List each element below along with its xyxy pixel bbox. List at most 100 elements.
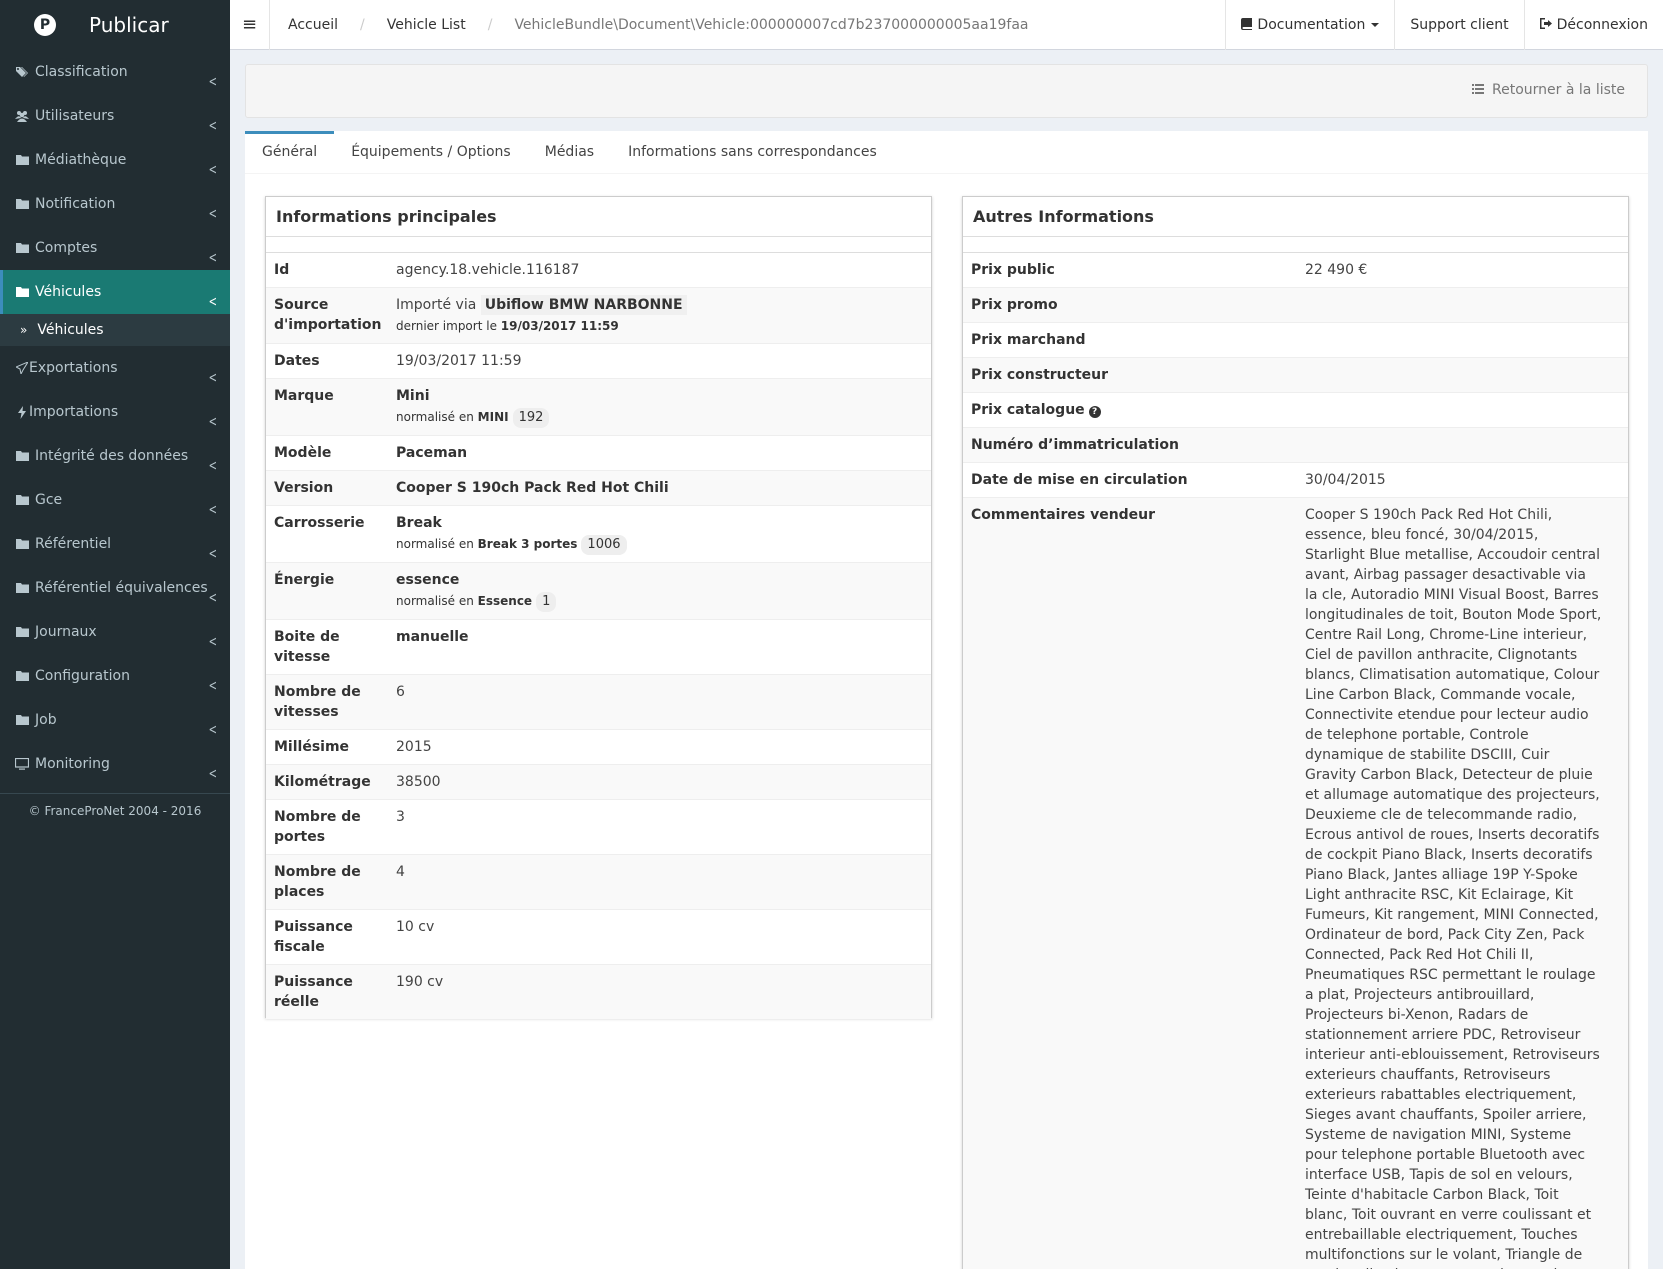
sidebar-item-classification[interactable]: Classification < bbox=[0, 50, 230, 94]
logout-link[interactable]: Déconnexion bbox=[1523, 0, 1663, 50]
breadcrumb-separator: / bbox=[487, 16, 493, 33]
chevron-left-icon: < bbox=[208, 766, 217, 783]
support-link[interactable]: Support client bbox=[1394, 0, 1523, 50]
tabs-box: Général Équipements / Options Médias Inf… bbox=[245, 131, 1648, 1269]
panel-title: Informations principales bbox=[266, 197, 931, 237]
chevron-left-icon: < bbox=[208, 370, 217, 387]
sidebar-item-label: Gce bbox=[35, 492, 63, 508]
sidebar-item-vehicules[interactable]: Véhicules < bbox=[0, 270, 230, 314]
folder-icon bbox=[15, 669, 29, 683]
marque-norm: MINI bbox=[477, 410, 509, 424]
field-value: essence normalisé en Essence 1 bbox=[396, 570, 557, 612]
sidebar-item-label: Utilisateurs bbox=[35, 108, 115, 124]
row-source: Source d'importation Importé via Ubiflow… bbox=[266, 288, 931, 344]
question-circle-icon[interactable]: ? bbox=[1088, 406, 1101, 418]
sidebar-item-label: Médiathèque bbox=[35, 152, 127, 168]
sidebar: P Publicar Classification < Utilisateurs… bbox=[0, 0, 230, 1269]
field-label: Prix marchand bbox=[971, 332, 1086, 348]
chevron-left-icon: < bbox=[208, 678, 217, 695]
field-value: Cooper S 190ch Pack Red Hot Chili bbox=[396, 478, 669, 498]
field-label: Nombre de vitesses bbox=[274, 684, 361, 720]
field-label-wrapper: Prix catalogue? bbox=[963, 400, 1305, 420]
folder-icon bbox=[15, 537, 29, 551]
field-label: Id bbox=[274, 262, 290, 278]
sidebar-item-label: Référentiel bbox=[35, 536, 112, 552]
row-marque: Marque Mini normalisé en MINI 192 bbox=[266, 379, 931, 436]
row-puissance-reelle: Puissance réelle 190 cv bbox=[266, 965, 931, 1019]
breadcrumb-vehicle-list[interactable]: Vehicle List bbox=[387, 17, 466, 33]
field-value: 38500 bbox=[396, 774, 441, 790]
folder-icon bbox=[15, 285, 29, 299]
row-date-circulation: Date de mise en circulation 30/04/2015 bbox=[963, 463, 1628, 498]
submenu-item-label: Véhicules bbox=[37, 322, 104, 338]
tab-equipements[interactable]: Équipements / Options bbox=[334, 131, 528, 173]
field-value: manuelle bbox=[396, 627, 469, 667]
chevron-left-icon: < bbox=[208, 206, 217, 223]
sidebar-item-referentiel[interactable]: Référentiel < bbox=[0, 522, 230, 566]
field-value: 19/03/2017 11:59 bbox=[396, 353, 522, 369]
field-label: Commentaires vendeur bbox=[971, 507, 1156, 523]
sidebar-item-monitoring[interactable]: Monitoring < bbox=[0, 742, 230, 786]
breadcrumb-separator: / bbox=[360, 16, 365, 33]
field-value bbox=[1363, 435, 1628, 455]
row-id: Id agency.18.vehicle.116187 bbox=[266, 253, 931, 288]
tab-informations-sans-correspondances[interactable]: Informations sans correspondances bbox=[611, 131, 894, 173]
sidebar-item-label: Classification bbox=[35, 64, 128, 80]
row-prix-catalogue: Prix catalogue? bbox=[963, 393, 1628, 428]
top-navbar: ≡ Accueil / Vehicle List / VehicleBundle… bbox=[230, 0, 1663, 50]
field-label: Source d'importation bbox=[274, 297, 382, 333]
brand[interactable]: P Publicar bbox=[0, 0, 230, 50]
field-value: 190 cv bbox=[396, 974, 444, 990]
norm-prefix: normalisé en bbox=[396, 594, 474, 608]
chevron-left-icon: < bbox=[208, 74, 217, 91]
row-commentaires: Commentaires vendeur Cooper S 190ch Pack… bbox=[963, 498, 1628, 1269]
source-name: Ubiflow BMW NARBONNE bbox=[480, 295, 687, 315]
sidebar-item-referentiel-equivalences[interactable]: Référentiel équivalences < bbox=[0, 566, 230, 610]
field-label: Prix promo bbox=[971, 297, 1058, 313]
back-to-list-button[interactable]: Retourner à la liste bbox=[1472, 82, 1625, 98]
sidebar-item-gce[interactable]: Gce < bbox=[0, 478, 230, 522]
sidebar-item-integrite[interactable]: Intégrité des données < bbox=[0, 434, 230, 478]
row-carrosserie: Carrosserie Break normalisé en Break 3 p… bbox=[266, 506, 931, 563]
sidebar-item-utilisateurs[interactable]: Utilisateurs < bbox=[0, 94, 230, 138]
field-label: Marque bbox=[274, 388, 334, 404]
sidebar-item-exportations[interactable]: Exportations < bbox=[0, 346, 230, 390]
field-label: Nombre de portes bbox=[274, 809, 361, 845]
sidebar-item-label: Comptes bbox=[35, 240, 98, 256]
field-value: Mini normalisé en MINI 192 bbox=[396, 386, 550, 428]
row-kilometrage: Kilométrage 38500 bbox=[266, 765, 931, 800]
tab-medias[interactable]: Médias bbox=[528, 131, 611, 173]
documentation-dropdown[interactable]: Documentation bbox=[1225, 0, 1394, 50]
row-energie: Énergie essence normalisé en Essence 1 bbox=[266, 563, 931, 620]
sidebar-item-notification[interactable]: Notification < bbox=[0, 182, 230, 226]
publicar-logo-icon: P bbox=[34, 14, 56, 36]
chevron-left-icon: < bbox=[208, 294, 217, 311]
sidebar-item-label: Intégrité des données bbox=[35, 448, 189, 464]
submenu-item-vehicules[interactable]: » Véhicules bbox=[0, 314, 230, 346]
field-value: Break normalisé en Break 3 portes 1006 bbox=[396, 513, 627, 555]
row-puissance-fiscale: Puissance fiscale 10 cv bbox=[266, 910, 931, 965]
sidebar-item-journaux[interactable]: Journaux < bbox=[0, 610, 230, 654]
navbar-right: Documentation Support client Déconnexion bbox=[1225, 0, 1663, 50]
tab-label: Général bbox=[262, 144, 318, 160]
source-sub-prefix: dernier import le bbox=[396, 319, 497, 333]
field-value: 6 bbox=[396, 684, 405, 700]
row-prix-marchand: Prix marchand bbox=[963, 323, 1628, 358]
field-label: Carrosserie bbox=[274, 515, 365, 531]
sidebar-item-configuration[interactable]: Configuration < bbox=[0, 654, 230, 698]
hamburger-menu-icon[interactable]: ≡ bbox=[230, 0, 270, 50]
sidebar-item-importations[interactable]: Importations < bbox=[0, 390, 230, 434]
field-value: 3 bbox=[396, 809, 405, 825]
field-label: Kilométrage bbox=[274, 774, 371, 790]
sidebar-item-job[interactable]: Job < bbox=[0, 698, 230, 742]
tab-general[interactable]: Général bbox=[245, 131, 335, 173]
field-label: Puissance réelle bbox=[274, 974, 353, 1010]
main-info-panel: Informations principales Id agency.18.ve… bbox=[265, 196, 932, 1019]
list-icon bbox=[1472, 83, 1488, 97]
row-prix-public: Prix public 22 490 € bbox=[963, 253, 1628, 288]
boite-value: manuelle bbox=[396, 629, 469, 645]
breadcrumb-home[interactable]: Accueil bbox=[288, 17, 338, 33]
sidebar-item-mediatheque[interactable]: Médiathèque < bbox=[0, 138, 230, 182]
sidebar-item-comptes[interactable]: Comptes < bbox=[0, 226, 230, 270]
chevron-left-icon: < bbox=[208, 634, 217, 651]
